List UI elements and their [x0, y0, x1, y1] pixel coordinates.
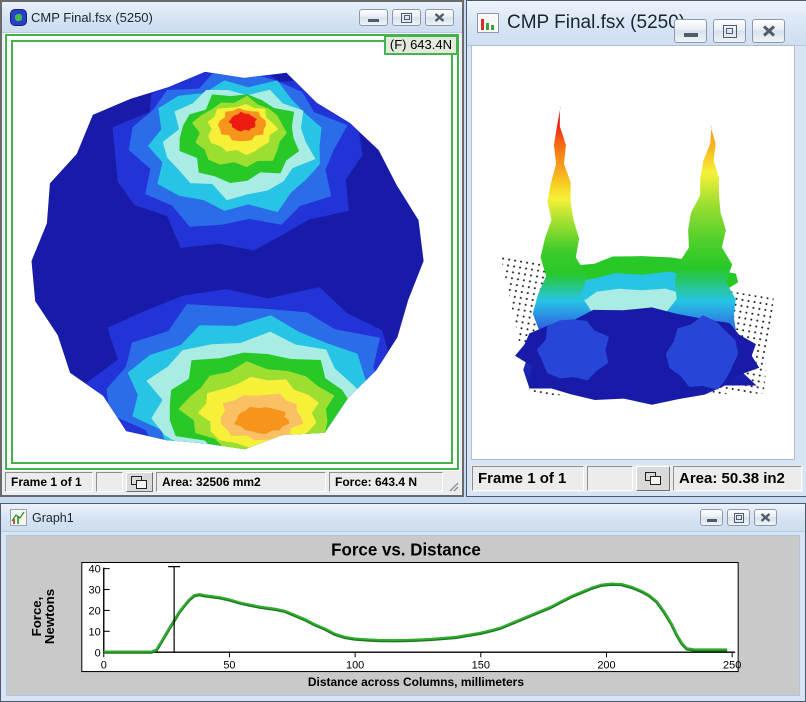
status-frame-counter: Frame 1 of 1	[472, 466, 584, 491]
y-axis-label: Force,Newtons	[29, 589, 57, 644]
y-tick-label: 30	[89, 584, 101, 596]
window-pressure-map-2d: CMP Final.fsx (5250) (F) 643.4N Frame 1 …	[0, 0, 464, 497]
maximize-icon	[401, 13, 412, 23]
close-button[interactable]	[754, 509, 777, 526]
close-icon	[760, 513, 771, 522]
y-tick-label: 20	[89, 605, 101, 617]
selection-frame-inner	[11, 40, 453, 464]
graph-icon	[10, 509, 27, 526]
pages-icon	[645, 472, 662, 485]
status-frame-counter: Frame 1 of 1	[5, 472, 93, 492]
pages-icon	[131, 476, 148, 489]
close-button[interactable]	[752, 19, 785, 43]
maximize-button[interactable]	[727, 509, 750, 526]
minimize-icon	[368, 19, 379, 22]
graph-panel: Force vs. Distance 0 10 20 30 40 0 50 100 150 200 2…	[6, 535, 800, 696]
close-icon	[434, 13, 445, 22]
window-title-3d: CMP Final.fsx (5250)	[499, 12, 685, 34]
maximize-icon	[723, 25, 737, 38]
surface3d-canvas[interactable]	[472, 46, 794, 459]
force-badge: (F) 643.4N	[384, 35, 458, 55]
window-graph: Graph1 Force vs. Distance 0 10 20 30 40 0 50 100…	[0, 503, 806, 702]
window-pressure-map-3d: CMP Final.fsx (5250) Frame 1 of 1 Area: …	[466, 0, 806, 497]
resize-grip-icon	[448, 481, 459, 492]
minimize-icon	[707, 519, 717, 522]
chart-canvas: Force vs. Distance 0 10 20 30 40 0 50 100 150 200 2…	[7, 536, 799, 695]
plot-area	[82, 563, 738, 672]
x-tick-label: 50	[223, 659, 235, 671]
minimize-button[interactable]	[700, 509, 723, 526]
statusbar-2d: Frame 1 of 1 Area: 32506 mm2 Force: 643.…	[4, 471, 460, 493]
status-force: Force: 643.4 N	[329, 472, 443, 492]
close-icon	[762, 25, 776, 37]
y-tick-label: 40	[89, 564, 101, 576]
minimize-button[interactable]	[359, 9, 388, 26]
titlebar-3d[interactable]: CMP Final.fsx (5250)	[467, 1, 806, 46]
y-tick-label: 10	[89, 626, 101, 638]
x-tick-label: 150	[472, 659, 490, 671]
titlebar-2d[interactable]: CMP Final.fsx (5250)	[2, 2, 462, 33]
app-icon-3d	[477, 13, 499, 33]
statusbar-3d: Frame 1 of 1 Area: 50.38 in2	[471, 465, 803, 492]
status-spacer	[96, 472, 123, 492]
maximize-button[interactable]	[713, 19, 746, 43]
status-area: Area: 32506 mm2	[156, 472, 326, 492]
y-tick-label: 0	[95, 647, 101, 659]
x-tick-label: 0	[101, 659, 107, 671]
pages-button[interactable]	[126, 472, 153, 492]
map2d-viewport: (F) 643.4N	[4, 33, 460, 471]
maximize-button[interactable]	[392, 9, 421, 26]
pages-button[interactable]	[636, 466, 670, 491]
status-area: Area: 50.38 in2	[673, 466, 802, 491]
window-title-graph: Graph1	[27, 511, 74, 525]
surface3d-viewport	[471, 45, 795, 460]
app-icon-2d	[10, 9, 27, 26]
titlebar-graph[interactable]: Graph1	[1, 504, 805, 532]
status-spacer	[587, 466, 633, 491]
x-axis-label: Distance across Columns, millimeters	[308, 675, 524, 689]
x-tick-label: 100	[346, 659, 364, 671]
minimize-icon	[684, 33, 698, 37]
map2d-canvas[interactable]	[14, 43, 450, 463]
x-tick-label: 200	[597, 659, 615, 671]
close-button[interactable]	[425, 9, 454, 26]
window-title-2d: CMP Final.fsx (5250)	[27, 10, 153, 25]
chart-title: Force vs. Distance	[331, 539, 481, 559]
maximize-icon	[734, 513, 744, 523]
x-tick-label: 250	[723, 659, 741, 671]
minimize-button[interactable]	[674, 19, 707, 43]
resize-grip[interactable]	[446, 472, 459, 492]
